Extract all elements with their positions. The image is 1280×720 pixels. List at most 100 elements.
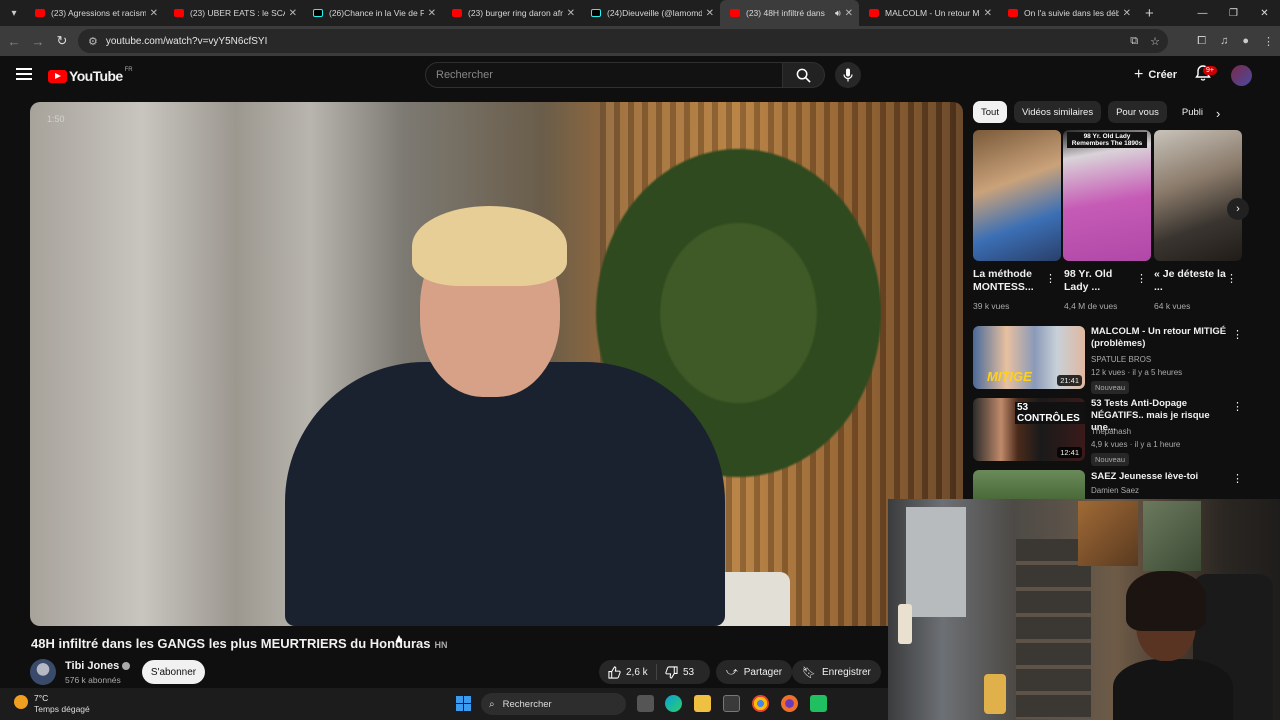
task-view-icon[interactable] xyxy=(637,695,654,712)
browser-tab[interactable]: (24)Dieuveille (@lamomd ✕ xyxy=(581,0,720,26)
taskbar-search[interactable]: ⌕ Rechercher xyxy=(481,693,626,715)
save-button[interactable]: 🔖︎ Enregistrer xyxy=(792,660,881,684)
more-options-icon[interactable]: ⋮ xyxy=(1045,272,1056,285)
install-app-icon[interactable]: ⧉ xyxy=(1130,35,1138,48)
site-info-icon[interactable]: ⚙ xyxy=(88,35,98,48)
minimize-icon[interactable]: — xyxy=(1187,0,1218,26)
recommendation-channel[interactable]: Thepanash xyxy=(1091,427,1131,436)
windows-taskbar: 7°C Temps dégagé ⌕ Rechercher xyxy=(0,688,888,720)
more-options-icon[interactable]: ⋮ xyxy=(1232,328,1243,341)
webcam-shelf xyxy=(1016,539,1091,719)
forward-icon[interactable]: → xyxy=(26,34,50,49)
shorts-next-icon[interactable]: › xyxy=(1227,198,1249,220)
recommendation-thumbnail[interactable]: 53 CONTRÔLES 12:41 xyxy=(973,398,1085,461)
recommendation-channel[interactable]: Damien Saez xyxy=(1091,486,1139,495)
short-title[interactable]: La méthode MONTESS... xyxy=(973,268,1048,294)
browser-tab[interactable]: (23) Agressions et racisme ✕ xyxy=(25,0,164,26)
browser-menu-icon[interactable]: ⋮ xyxy=(1263,35,1274,48)
weather-temperature[interactable]: 7°C xyxy=(34,693,48,703)
short-thumbnail[interactable] xyxy=(973,130,1061,261)
short-title[interactable]: « Je déteste la ... xyxy=(1154,268,1229,294)
recommendation-channel[interactable]: SPATULE BROS xyxy=(1091,355,1151,364)
chip-all[interactable]: Tout xyxy=(973,101,1007,123)
close-window-icon[interactable]: ✕ xyxy=(1249,0,1280,26)
bookmark-star-icon[interactable]: ☆ xyxy=(1150,35,1160,48)
search-input[interactable]: Rechercher xyxy=(425,62,783,88)
url-bar[interactable]: ⚙ youtube.com/watch?v=vyY5N6cfSYI ⧉ ☆ xyxy=(78,29,1168,53)
browser-tab-active[interactable]: (23) 48H infiltré dans 🔊︎ ✕ xyxy=(720,0,859,26)
share-button[interactable]: ⤻ Partager xyxy=(716,660,793,684)
new-tab-icon[interactable]: + xyxy=(1145,5,1154,22)
tab-close-icon[interactable]: ✕ xyxy=(984,8,992,19)
filter-chips: Tout Vidéos similaires Pour vous Publi xyxy=(973,101,1216,123)
search-icon: ⌕ xyxy=(489,698,495,710)
tab-close-icon[interactable]: ✕ xyxy=(289,8,297,19)
weather-description[interactable]: Temps dégagé xyxy=(34,704,90,714)
browser-tab[interactable]: (23) burger ring daron afr ✕ xyxy=(442,0,581,26)
chevron-right-icon[interactable]: › xyxy=(1216,106,1220,121)
subscribe-button[interactable]: S'abonner xyxy=(142,660,205,684)
short-thumbnail[interactable]: 98 Yr. Old Lady Remembers The 1890s xyxy=(1063,130,1151,261)
browser-tab[interactable]: MALCOLM - Un retour Mi ✕ xyxy=(859,0,998,26)
tab-search-icon[interactable]: ▾ xyxy=(3,2,25,24)
recommendation-title[interactable]: MALCOLM - Un retour MITIGÉ (problèmes) xyxy=(1091,326,1229,350)
tab-close-icon[interactable]: ✕ xyxy=(845,8,853,19)
like-button[interactable]: 2,6 k xyxy=(599,664,657,680)
search-button[interactable] xyxy=(783,62,825,88)
webcam-person-body xyxy=(1113,659,1233,720)
tab-close-icon[interactable]: ✕ xyxy=(567,8,575,19)
profile-icon[interactable]: ● xyxy=(1242,35,1249,47)
app-icon[interactable] xyxy=(810,695,827,712)
back-icon[interactable]: ← xyxy=(2,34,26,49)
menu-icon[interactable] xyxy=(16,68,32,80)
more-options-icon[interactable]: ⋮ xyxy=(1226,272,1237,285)
firefox-icon[interactable] xyxy=(781,695,798,712)
windows-start-icon[interactable] xyxy=(456,696,471,711)
thumbnail-text: 53 CONTRÔLES xyxy=(1015,402,1085,424)
bookmark-icon: 🔖︎ xyxy=(802,666,816,679)
tab-close-icon[interactable]: ✕ xyxy=(428,8,436,19)
more-options-icon[interactable]: ⋮ xyxy=(1232,472,1243,485)
chip-similar[interactable]: Vidéos similaires xyxy=(1013,101,1102,123)
chip-for-you[interactable]: Pour vous xyxy=(1108,101,1167,123)
taskbar-search-label: Rechercher xyxy=(502,698,552,710)
short-thumbnail[interactable] xyxy=(1154,130,1242,261)
weather-sun-icon[interactable] xyxy=(14,695,28,709)
tab-close-icon[interactable]: ✕ xyxy=(706,8,714,19)
youtube-logo[interactable]: YouTube FR xyxy=(48,67,133,84)
share-label: Partager xyxy=(743,666,783,678)
recommendation-thumbnail[interactable] xyxy=(973,470,1085,499)
maximize-icon[interactable]: ❐ xyxy=(1218,0,1249,26)
chip-published[interactable]: Publi xyxy=(1174,101,1216,123)
edge-icon[interactable] xyxy=(665,695,682,712)
webcam-jar xyxy=(984,674,1006,714)
recommendation-title[interactable]: SAEZ Jeunesse lève-toi xyxy=(1091,471,1229,483)
create-button[interactable]: + Créer xyxy=(1124,62,1187,88)
short-title[interactable]: 98 Yr. Old Lady ... xyxy=(1064,268,1139,294)
mouse-cursor-icon: ▲ xyxy=(393,631,405,645)
channel-avatar[interactable] xyxy=(30,659,56,685)
browser-tab[interactable]: On l'a suivie dans les déb ✕ xyxy=(998,0,1137,26)
youtube-play-icon xyxy=(48,69,67,83)
reload-icon[interactable]: ↻ xyxy=(50,33,74,49)
chrome-icon[interactable] xyxy=(752,695,769,712)
recommendation-thumbnail[interactable]: MITIGE 21:41 xyxy=(973,326,1085,389)
browser-tab[interactable]: (26)Chance in la Vie de Fa ✕ xyxy=(303,0,442,26)
tab-close-icon[interactable]: ✕ xyxy=(1123,8,1131,19)
extensions-icon[interactable]: ⧠ xyxy=(1197,35,1206,48)
tab-title: MALCOLM - Un retour Mi xyxy=(885,8,980,18)
more-options-icon[interactable]: ⋮ xyxy=(1232,400,1243,413)
browser-tab[interactable]: (23) UBER EATS : le SCANDALE ✕ xyxy=(164,0,303,26)
tab-audio-icon[interactable]: 🔊︎ xyxy=(835,8,841,19)
store-icon[interactable] xyxy=(723,695,740,712)
channel-name[interactable]: Tibi Jones xyxy=(65,660,131,672)
file-explorer-icon[interactable] xyxy=(694,695,711,712)
dislike-button[interactable]: 53 xyxy=(657,665,694,679)
tab-close-icon[interactable]: ✕ xyxy=(150,8,158,19)
thumbs-down-icon xyxy=(665,665,678,679)
more-options-icon[interactable]: ⋮ xyxy=(1136,272,1147,285)
media-control-icon[interactable]: ♫ xyxy=(1220,35,1228,47)
voice-search-button[interactable] xyxy=(835,62,861,88)
account-avatar[interactable] xyxy=(1231,65,1252,86)
video-player[interactable] xyxy=(30,102,963,626)
